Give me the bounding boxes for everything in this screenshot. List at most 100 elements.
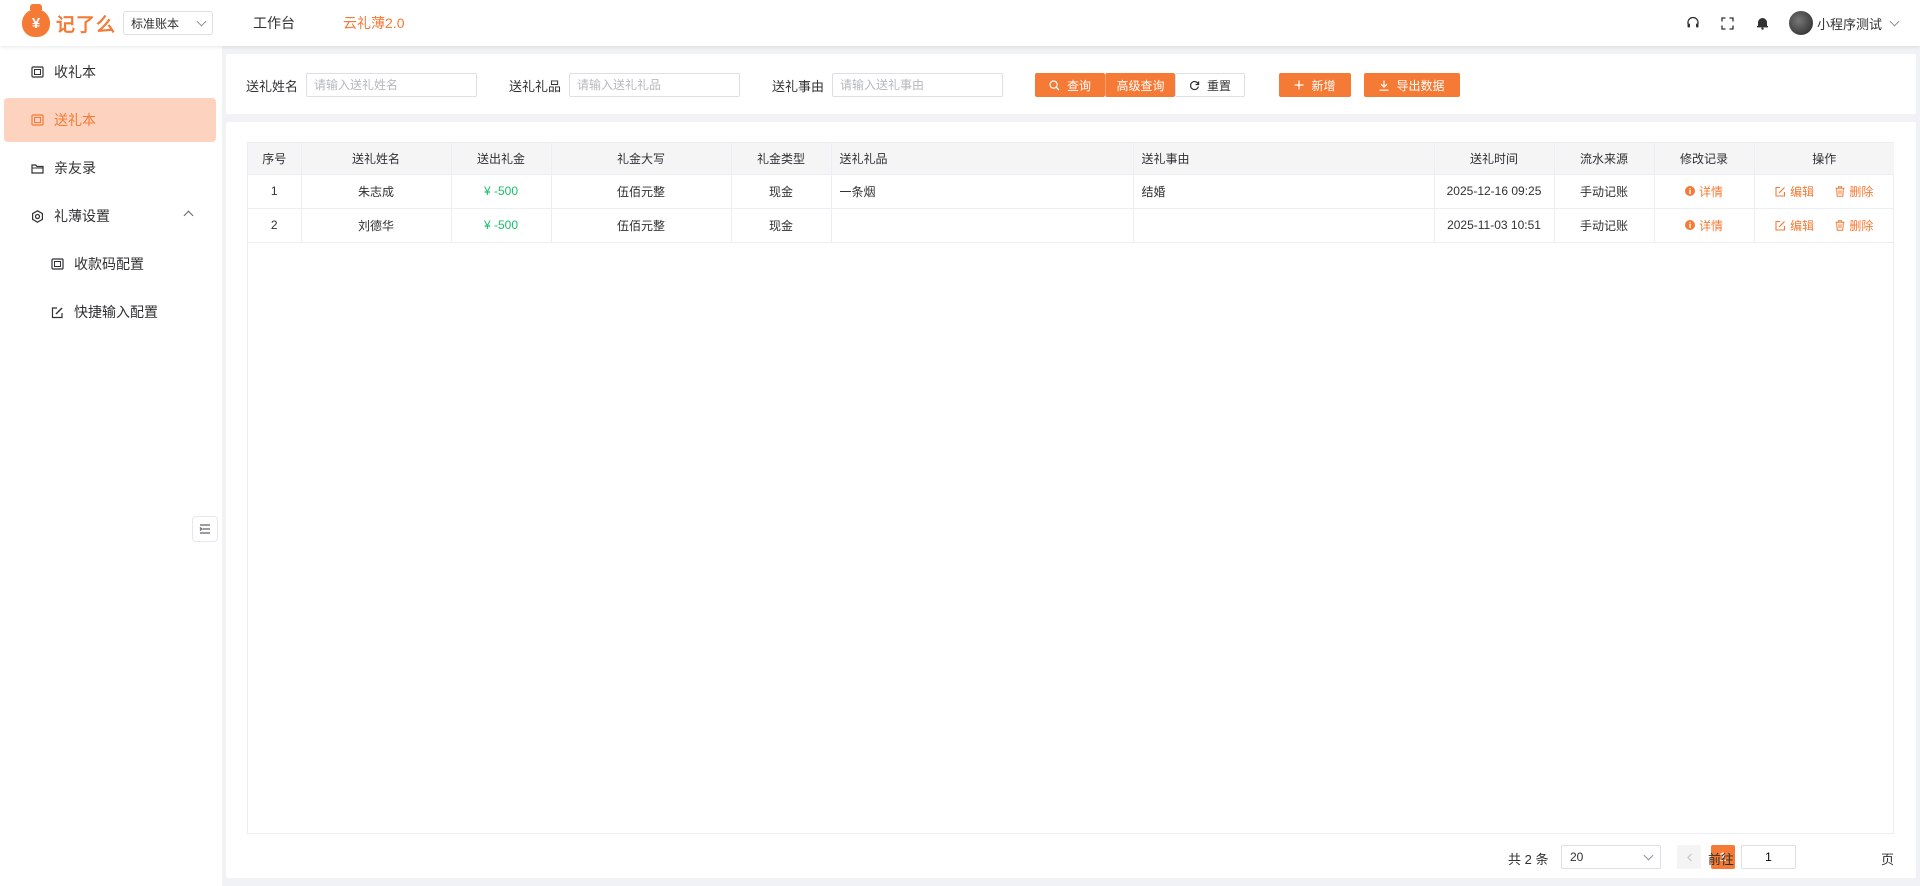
cell-source: 手动记账 <box>1554 174 1655 209</box>
sidebar-item-label: 收款码配置 <box>74 256 144 272</box>
info-icon <box>1684 220 1695 230</box>
table-row: 2 刘德华 ¥ -500 伍佰元整 现金 2025-11-03 10:51 手动… <box>248 208 1894 243</box>
avatar[interactable] <box>1788 11 1813 35</box>
gift-reason-input[interactable] <box>832 73 1003 97</box>
edit-link[interactable]: 编辑 <box>1775 217 1814 234</box>
gift-item-input[interactable] <box>569 73 740 97</box>
detail-link[interactable]: 详情 <box>1684 183 1723 200</box>
cell-type: 现金 <box>731 174 832 209</box>
logo-text: 记了么 <box>56 14 117 36</box>
sidebar: 收礼本 送礼本 亲友录 礼薄设置 收款码配置 快捷输入配置 <box>0 46 222 886</box>
cell-gift <box>831 208 1134 243</box>
cell-name: 刘德华 <box>301 208 452 243</box>
col-header-record: 修改记录 <box>1654 143 1755 175</box>
goto-page-input[interactable] <box>1741 845 1796 869</box>
sidebar-item-settings[interactable]: 礼薄设置 <box>4 194 216 238</box>
cell-index: 1 <box>248 174 302 209</box>
col-header-time: 送礼时间 <box>1434 143 1555 175</box>
col-header-amount-cn: 礼金大写 <box>551 143 732 175</box>
gift-reason-label: 送礼事由 <box>772 79 825 94</box>
sidebar-item-contacts[interactable]: 亲友录 <box>4 146 216 190</box>
chevron-down-icon <box>1643 850 1654 860</box>
search-form: 送礼姓名 送礼礼品 送礼事由 查询 高级查询 重置 新增 导出数据 <box>226 54 1916 114</box>
cell-reason: 结婚 <box>1133 174 1435 209</box>
detail-label: 详情 <box>1698 218 1723 233</box>
table-card: 序号 送礼姓名 送出礼金 礼金大写 礼金类型 送礼礼品 送礼事由 送礼时间 流水… <box>226 122 1916 878</box>
detail-label: 详情 <box>1698 184 1723 199</box>
pagination: 共 2 条 20 1 前往 页 <box>226 845 1916 869</box>
sidebar-item-label: 收礼本 <box>54 64 96 80</box>
nav-workbench[interactable]: 工作台 <box>253 13 295 33</box>
cell-source: 手动记账 <box>1554 208 1655 243</box>
cell-reason <box>1133 208 1435 243</box>
cell-time: 2025-11-03 10:51 <box>1434 208 1555 243</box>
col-header-index: 序号 <box>248 143 302 175</box>
sidebar-item-label: 亲友录 <box>54 160 96 176</box>
gift-name-input[interactable] <box>306 73 477 97</box>
prev-page-button[interactable] <box>1677 845 1701 869</box>
trash-icon <box>1835 185 1845 197</box>
user-name[interactable]: 小程序测试 <box>1817 14 1882 33</box>
edit-label: 编辑 <box>1790 184 1815 199</box>
chevron-left-icon <box>1686 853 1692 861</box>
fullscreen-icon[interactable] <box>1720 15 1736 31</box>
cell-actions: 编辑 删除 <box>1754 174 1894 209</box>
cell-amount-cn: 伍佰元整 <box>551 174 732 209</box>
delete-link[interactable]: 删除 <box>1835 183 1873 200</box>
goto-label: 前往 <box>1708 852 1735 867</box>
col-header-actions: 操作 <box>1754 143 1894 175</box>
advanced-query-label: 高级查询 <box>1116 78 1165 93</box>
detail-link[interactable]: 详情 <box>1684 217 1723 234</box>
cell-record: 详情 <box>1654 208 1755 243</box>
sidebar-item-qrcode-config[interactable]: 收款码配置 <box>4 242 216 286</box>
sidebar-item-receive-book[interactable]: 收礼本 <box>4 50 216 94</box>
cell-amount-cn: 伍佰元整 <box>551 208 732 243</box>
sidebar-item-label: 送礼本 <box>54 112 96 128</box>
query-button[interactable]: 查询 <box>1035 73 1105 97</box>
page-suffix: 页 <box>1881 852 1895 867</box>
add-button[interactable]: 新增 <box>1279 73 1351 97</box>
top-nav: 工作台 云礼薄2.0 <box>253 13 452 33</box>
chevron-up-icon <box>183 210 194 221</box>
search-icon <box>1049 79 1060 91</box>
col-header-reason: 送礼事由 <box>1133 143 1435 175</box>
edit-link[interactable]: 编辑 <box>1775 183 1814 200</box>
col-header-type: 礼金类型 <box>731 143 832 175</box>
cell-amount: ¥ -500 <box>451 208 552 243</box>
folder-icon <box>30 161 44 175</box>
export-button[interactable]: 导出数据 <box>1364 73 1460 97</box>
download-icon <box>1379 80 1389 91</box>
page-size-select[interactable]: 20 <box>1561 845 1661 869</box>
delete-link[interactable]: 删除 <box>1835 217 1873 234</box>
reset-button[interactable]: 重置 <box>1175 73 1245 97</box>
refresh-icon <box>1189 80 1200 91</box>
qrcode-icon <box>50 257 64 271</box>
delete-label: 删除 <box>1849 218 1874 233</box>
ledger-icon <box>30 65 44 79</box>
total-count: 共 2 条 <box>1508 852 1549 867</box>
bell-icon[interactable] <box>1755 15 1771 31</box>
menu-fold-icon <box>199 524 210 534</box>
book-select-value: 标准账本 <box>131 16 180 31</box>
page-size-value: 20 <box>1570 850 1584 864</box>
sidebar-item-quick-input-config[interactable]: 快捷输入配置 <box>4 290 216 334</box>
edit-icon <box>1775 186 1786 197</box>
col-header-name: 送礼姓名 <box>301 143 452 175</box>
sidebar-item-label: 快捷输入配置 <box>74 304 158 320</box>
nav-cloud-gift-book[interactable]: 云礼薄2.0 <box>343 13 404 33</box>
advanced-query-button[interactable]: 高级查询 <box>1105 73 1175 97</box>
col-header-amount: 送出礼金 <box>451 143 552 175</box>
chevron-down-icon[interactable] <box>1889 16 1900 26</box>
reset-button-label: 重置 <box>1206 78 1231 93</box>
top-header: ¥ 记了么 标准账本 工作台 云礼薄2.0 小程序测试 <box>0 0 1920 46</box>
headset-icon[interactable] <box>1685 15 1701 31</box>
cell-time: 2025-12-16 09:25 <box>1434 174 1555 209</box>
cell-record: 详情 <box>1654 174 1755 209</box>
sidebar-item-send-book[interactable]: 送礼本 <box>4 98 216 142</box>
delete-label: 删除 <box>1849 184 1874 199</box>
book-select[interactable]: 标准账本 <box>123 11 214 35</box>
cell-index: 2 <box>248 208 302 243</box>
data-table: 序号 送礼姓名 送出礼金 礼金大写 礼金类型 送礼礼品 送礼事由 送礼时间 流水… <box>247 142 1894 834</box>
sidebar-collapse-button[interactable] <box>192 516 218 542</box>
cell-actions: 编辑 删除 <box>1754 208 1894 243</box>
